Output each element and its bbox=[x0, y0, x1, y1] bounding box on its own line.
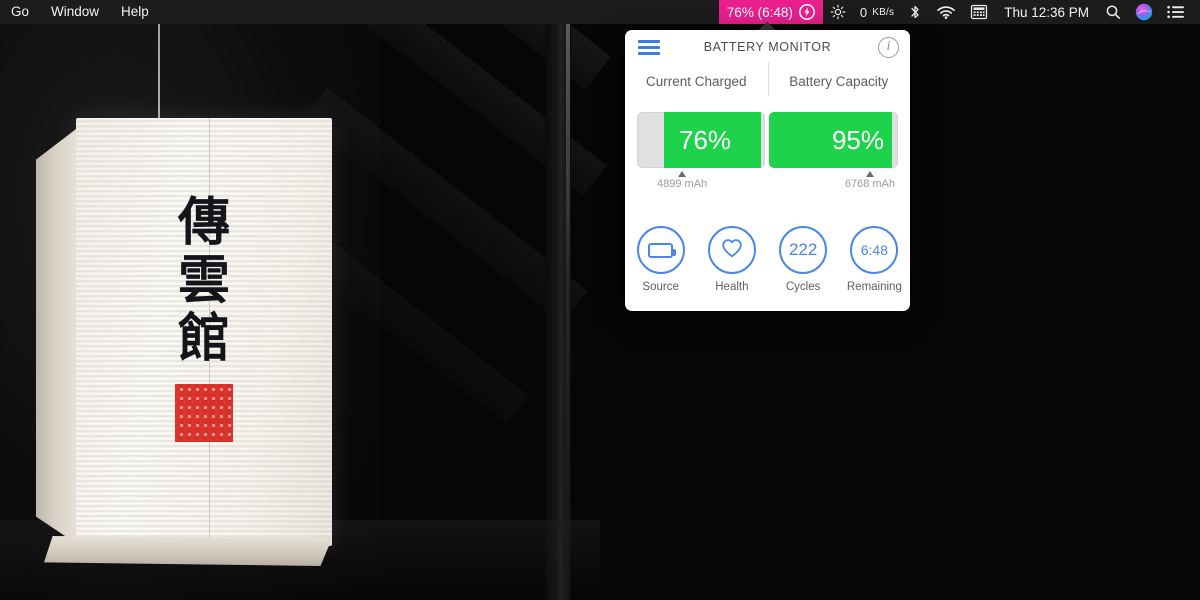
lantern-character-1: 傳 bbox=[177, 192, 230, 253]
marker-triangle-icon bbox=[865, 171, 874, 177]
status-wifi[interactable] bbox=[929, 0, 963, 24]
menu-window[interactable]: Window bbox=[40, 0, 110, 24]
battery-capacity-mah-label: 6768 mAh bbox=[844, 178, 895, 190]
menu-go[interactable]: Go bbox=[0, 0, 40, 24]
battery-stats-row: Source Health 222 Cycles 6:48 Remaining bbox=[625, 226, 910, 293]
battery-bars: 76% 95% bbox=[637, 112, 898, 168]
desktop-wallpaper: 傳 雲 館 bbox=[0, 0, 1200, 600]
stat-cycles-label: Cycles bbox=[785, 281, 821, 293]
stat-source[interactable]: Source bbox=[629, 226, 693, 293]
calculator-icon bbox=[970, 4, 988, 20]
battery-monitor-popup: BATTERY MONITOR i Current Charged Batter… bbox=[625, 30, 910, 311]
status-brightness[interactable] bbox=[823, 0, 853, 24]
lantern-base bbox=[44, 536, 332, 566]
status-bluetooth[interactable] bbox=[901, 0, 929, 24]
lantern-character-3: 館 bbox=[177, 308, 230, 369]
lantern-calligraphy: 傳 雲 館 bbox=[76, 194, 332, 442]
battery-capacity-mah: 6768 mAh bbox=[845, 171, 895, 190]
stat-remaining-value: 6:48 bbox=[860, 242, 888, 258]
status-calculator[interactable] bbox=[963, 0, 995, 24]
lantern-body: 傳 雲 館 bbox=[36, 118, 332, 566]
popup-header: BATTERY MONITOR i bbox=[625, 30, 910, 64]
heart-icon bbox=[720, 237, 744, 264]
status-spotlight-search[interactable] bbox=[1098, 0, 1128, 24]
battery-percent-label: 76% (6:48) bbox=[726, 4, 793, 20]
lantern-side-panel bbox=[36, 126, 80, 546]
menu-help[interactable]: Help bbox=[110, 0, 160, 24]
current-charged-mah: 4899 mAh bbox=[657, 171, 707, 190]
network-speed-value: 0 bbox=[859, 4, 868, 20]
cycles-circle: 222 bbox=[779, 226, 828, 274]
stat-health-label: Health bbox=[715, 281, 749, 293]
lantern-cord bbox=[158, 24, 160, 118]
status-battery-monitor[interactable]: 76% (6:48) bbox=[718, 0, 823, 24]
lantern-front-panel: 傳 雲 館 bbox=[76, 118, 332, 546]
siri-icon bbox=[1135, 3, 1153, 21]
info-icon[interactable]: i bbox=[878, 37, 899, 58]
health-circle bbox=[707, 226, 756, 274]
column-divider bbox=[767, 62, 769, 96]
lightning-bolt-icon bbox=[798, 4, 815, 20]
battery-capacity-percent: 95% bbox=[831, 125, 884, 155]
current-charged-percent: 76% bbox=[679, 125, 732, 155]
brightness-icon bbox=[830, 4, 846, 20]
menu-bar-status-items: 76% (6:48) 0 KB/s Thu 12:36 PM bbox=[718, 0, 1200, 24]
lantern-seal-stamp bbox=[175, 384, 233, 442]
current-charged-mah-label: 4899 mAh bbox=[657, 178, 708, 190]
wallpaper-light-streak bbox=[566, 24, 570, 600]
bluetooth-icon bbox=[908, 4, 922, 21]
popup-column-headers: Current Charged Battery Capacity bbox=[625, 62, 910, 98]
status-control-center[interactable] bbox=[1160, 0, 1192, 24]
menu-bar: Go Window Help 76% (6:48) 0 KB/s Thu 12:… bbox=[0, 0, 1200, 24]
source-circle bbox=[636, 226, 685, 274]
stat-health[interactable]: Health bbox=[700, 226, 764, 293]
list-menu-icon bbox=[1167, 5, 1185, 19]
status-network-speed[interactable]: 0 KB/s bbox=[853, 0, 901, 24]
network-speed-unit: KB/s bbox=[872, 6, 895, 18]
status-siri[interactable] bbox=[1128, 0, 1160, 24]
battery-icon bbox=[648, 242, 677, 258]
stat-cycles-value: 222 bbox=[788, 240, 818, 259]
current-charged-bar[interactable]: 76% bbox=[637, 112, 765, 168]
hamburger-menu-icon[interactable] bbox=[638, 40, 660, 55]
remaining-circle: 6:48 bbox=[850, 226, 899, 274]
column-header-battery-capacity: Battery Capacity bbox=[789, 73, 889, 89]
search-icon bbox=[1105, 4, 1121, 20]
menu-bar-app-menus: Go Window Help bbox=[0, 0, 160, 24]
stat-source-label: Source bbox=[642, 281, 679, 293]
column-header-current-charged: Current Charged bbox=[645, 73, 747, 89]
popup-title: BATTERY MONITOR bbox=[703, 40, 832, 54]
stat-remaining[interactable]: 6:48 Remaining bbox=[842, 226, 906, 293]
mah-labels: 4899 mAh 6768 mAh bbox=[637, 171, 898, 197]
battery-capacity-bar[interactable]: 95% bbox=[769, 112, 898, 168]
lantern-character-2: 雲 bbox=[177, 250, 230, 311]
wifi-icon bbox=[936, 4, 956, 20]
status-clock[interactable]: Thu 12:36 PM bbox=[995, 0, 1098, 24]
paper-lantern: 傳 雲 館 bbox=[18, 24, 358, 566]
marker-triangle-icon bbox=[678, 171, 687, 177]
stat-cycles[interactable]: 222 Cycles bbox=[771, 226, 835, 293]
stat-remaining-label: Remaining bbox=[846, 281, 902, 293]
